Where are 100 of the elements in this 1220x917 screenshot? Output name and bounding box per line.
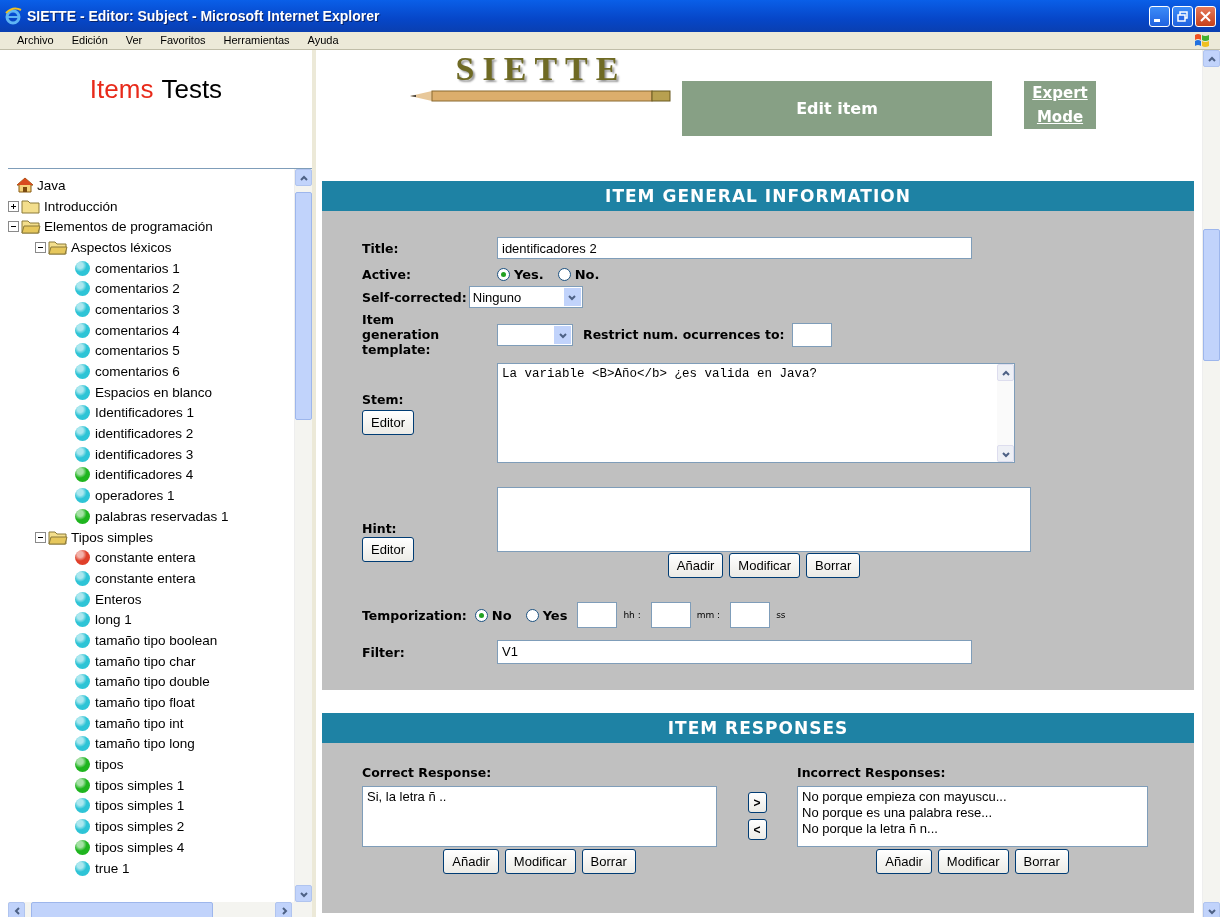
response-action-button[interactable]: Añadir — [876, 849, 932, 874]
tree-item-label[interactable]: comentarios 1 — [95, 260, 180, 276]
scroll-down-button[interactable] — [295, 885, 312, 902]
self-corrected-dropdown[interactable]: Ninguno — [468, 286, 583, 308]
scroll-left-button[interactable] — [8, 902, 25, 917]
menu-item[interactable]: Edición — [71, 33, 108, 46]
tree-item-label[interactable]: palabras reservadas 1 — [95, 508, 229, 524]
hint-action-button[interactable]: Modificar — [729, 553, 801, 578]
tree-item-label[interactable]: comentarios 4 — [95, 322, 180, 338]
horizontal-scrollbar[interactable] — [8, 902, 312, 917]
expand-icon[interactable] — [8, 200, 19, 212]
scrollbar-thumb[interactable] — [31, 902, 213, 917]
tree-item-label[interactable]: comentarios 3 — [95, 301, 180, 317]
radio-button[interactable] — [497, 267, 510, 281]
scroll-up-button[interactable] — [1203, 50, 1220, 67]
scroll-down-button[interactable] — [1203, 902, 1220, 917]
browser-icon — [4, 7, 22, 25]
tree-item-label[interactable]: tamaño tipo float — [95, 695, 195, 711]
open-folder-icon — [48, 529, 68, 545]
menu-item[interactable]: Ver — [125, 33, 143, 46]
nav-tab[interactable]: Items — [89, 74, 154, 104]
scrollbar-thumb[interactable] — [295, 192, 312, 420]
tree-item-label[interactable]: long 1 — [95, 612, 132, 628]
tree-item-label[interactable]: comentarios 6 — [95, 364, 180, 380]
tree-item-label[interactable]: Identificadores 1 — [95, 405, 195, 421]
editor-button[interactable]: Editor — [362, 409, 414, 435]
radio-button[interactable] — [474, 608, 488, 622]
tree-item-label[interactable]: identificadores 4 — [95, 467, 194, 483]
move-button[interactable]: < — [747, 819, 767, 840]
response-action-button[interactable]: Borrar — [581, 849, 636, 874]
stem-textarea[interactable]: La variable <B>Año</b> ¿es valida en Java? — [497, 363, 1015, 463]
vertical-scrollbar[interactable] — [294, 169, 312, 902]
collapse-icon[interactable] — [35, 241, 46, 253]
tree-item-label[interactable]: true 1 — [95, 860, 130, 876]
tree-item-label[interactable]: tipos simples 1 — [95, 798, 185, 814]
logo-text: SIETTE — [455, 51, 627, 87]
list-option[interactable]: No porque la letra ñ n... — [802, 821, 1143, 837]
tree-item-label[interactable]: Elementos de programación — [44, 219, 213, 235]
time-input[interactable] — [730, 602, 771, 628]
tree-item-label[interactable]: Tipos simples — [71, 529, 154, 545]
tree-item-label[interactable]: tamaño tipo char — [95, 653, 196, 669]
tree-item-label[interactable]: constante entera — [95, 570, 196, 586]
menu-item[interactable]: Favoritos — [160, 33, 206, 46]
hint-textarea[interactable] — [497, 487, 1031, 552]
menu-item[interactable]: Archivo — [17, 33, 54, 46]
time-unit-label: ss — [776, 610, 786, 620]
menu-item[interactable]: Herramientas — [223, 33, 290, 46]
response-action-button[interactable]: Modificar — [937, 849, 1009, 874]
tree-item-label[interactable]: Java — [37, 177, 66, 193]
tree-item-label[interactable]: Aspectos léxicos — [71, 239, 172, 255]
maximize-button[interactable] — [1172, 5, 1193, 27]
tree-item-label[interactable]: comentarios 5 — [95, 343, 180, 359]
field-label: Temporization: — [362, 607, 467, 623]
radio-button[interactable] — [557, 267, 571, 281]
tree-item-label[interactable]: operadores 1 — [95, 488, 175, 504]
tree-item-label[interactable]: tamaño tipo long — [95, 736, 195, 752]
time-unit-label: hh : — [623, 610, 641, 620]
title-input[interactable]: identificadores 2 — [497, 237, 972, 259]
scrollbar-thumb[interactable] — [1203, 229, 1220, 361]
time-input[interactable] — [577, 602, 618, 628]
list-option[interactable]: Si, la letra ñ .. — [367, 789, 712, 805]
scroll-up-button[interactable] — [295, 169, 312, 186]
collapse-icon[interactable] — [8, 221, 19, 233]
tree-item-label[interactable]: Enteros — [95, 591, 142, 607]
tree-item-label[interactable]: identificadores 3 — [95, 446, 194, 462]
list-option[interactable]: No porque es una palabra rese... — [802, 805, 1143, 821]
tree-item-label[interactable]: tipos — [95, 757, 124, 773]
scroll-right-button[interactable] — [275, 902, 292, 917]
close-button[interactable] — [1195, 5, 1216, 27]
menu-item[interactable]: Ayuda — [307, 33, 339, 46]
radio-button[interactable] — [525, 608, 539, 622]
tree-item-label[interactable]: Espacios en blanco — [95, 384, 213, 400]
tree-item-label[interactable]: tamaño tipo double — [95, 674, 210, 690]
response-action-button[interactable]: Añadir — [443, 849, 499, 874]
move-button[interactable]: > — [747, 792, 767, 813]
tree-item-label[interactable]: tipos simples 4 — [95, 839, 185, 855]
restrict-input[interactable] — [792, 322, 833, 347]
editor-button[interactable]: Editor — [362, 537, 414, 562]
list-option[interactable]: No porque empieza con mayuscu... — [802, 789, 1143, 805]
tree-item-label[interactable]: constante entera — [95, 550, 196, 566]
tree-item-label[interactable]: comentarios 2 — [95, 281, 180, 297]
filter-input[interactable]: V1 — [497, 640, 972, 664]
minimize-button[interactable] — [1149, 5, 1170, 27]
hint-action-button[interactable]: Añadir — [667, 553, 724, 578]
response-action-button[interactable]: Borrar — [1014, 849, 1069, 874]
correct-response-list[interactable]: Si, la letra ñ .. — [362, 786, 717, 847]
tree-item-label[interactable]: tipos simples 2 — [95, 819, 185, 835]
incorrect-responses-list[interactable]: No porque empieza con mayuscu... No porque es una palabra rese... No porque la letra ñ n... — [797, 786, 1148, 847]
tree-item-label[interactable]: tamaño tipo int — [95, 715, 184, 731]
tree-item-label[interactable]: identificadores 2 — [95, 426, 194, 442]
response-action-button[interactable]: Modificar — [504, 849, 576, 874]
hint-action-button[interactable]: Borrar — [806, 553, 861, 578]
tree-item-label[interactable]: tamaño tipo boolean — [95, 632, 218, 648]
nav-tab[interactable]: Tests — [161, 74, 223, 104]
vertical-scrollbar[interactable] — [1202, 50, 1220, 917]
collapse-icon[interactable] — [35, 531, 46, 543]
tree-item-label[interactable]: tipos simples 1 — [95, 777, 185, 793]
tree-item-label[interactable]: Introducción — [44, 198, 118, 214]
time-input[interactable] — [650, 602, 691, 628]
template-dropdown[interactable] — [497, 323, 573, 346]
